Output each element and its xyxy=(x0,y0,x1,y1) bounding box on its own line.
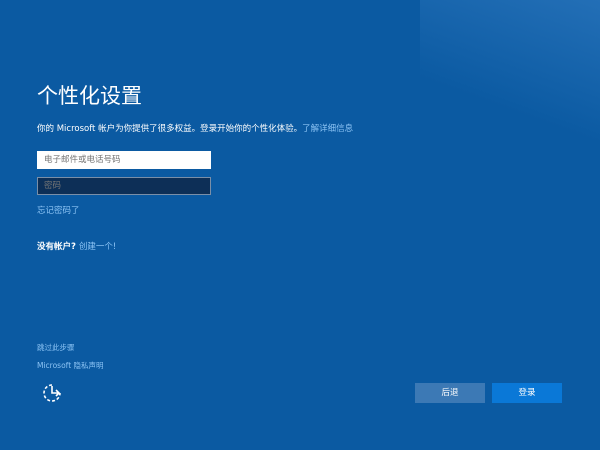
forgot-password-link[interactable]: 忘记密码了 xyxy=(37,204,80,216)
background-glow xyxy=(420,0,600,140)
page-title: 个性化设置 xyxy=(37,84,142,108)
subtitle-text: 你的 Microsoft 帐户为你提供了很多权益。登录开始你的个性化体验。 xyxy=(37,124,303,134)
ease-of-access-icon[interactable] xyxy=(41,382,63,404)
password-field[interactable] xyxy=(37,177,211,195)
back-button[interactable]: 后退 xyxy=(415,383,485,403)
sign-in-button[interactable]: 登录 xyxy=(492,383,562,403)
privacy-link[interactable]: Microsoft 隐私声明 xyxy=(37,360,104,371)
email-field[interactable] xyxy=(37,151,211,169)
no-account-label: 没有帐户? xyxy=(37,242,76,252)
no-account-row: 没有帐户? 创建一个! xyxy=(37,240,116,252)
subtitle: 你的 Microsoft 帐户为你提供了很多权益。登录开始你的个性化体验。了解详… xyxy=(37,122,353,134)
create-account-link[interactable]: 创建一个! xyxy=(79,242,116,252)
learn-more-link[interactable]: 了解详细信息 xyxy=(302,124,353,134)
skip-link[interactable]: 跳过此步骤 xyxy=(37,342,75,353)
